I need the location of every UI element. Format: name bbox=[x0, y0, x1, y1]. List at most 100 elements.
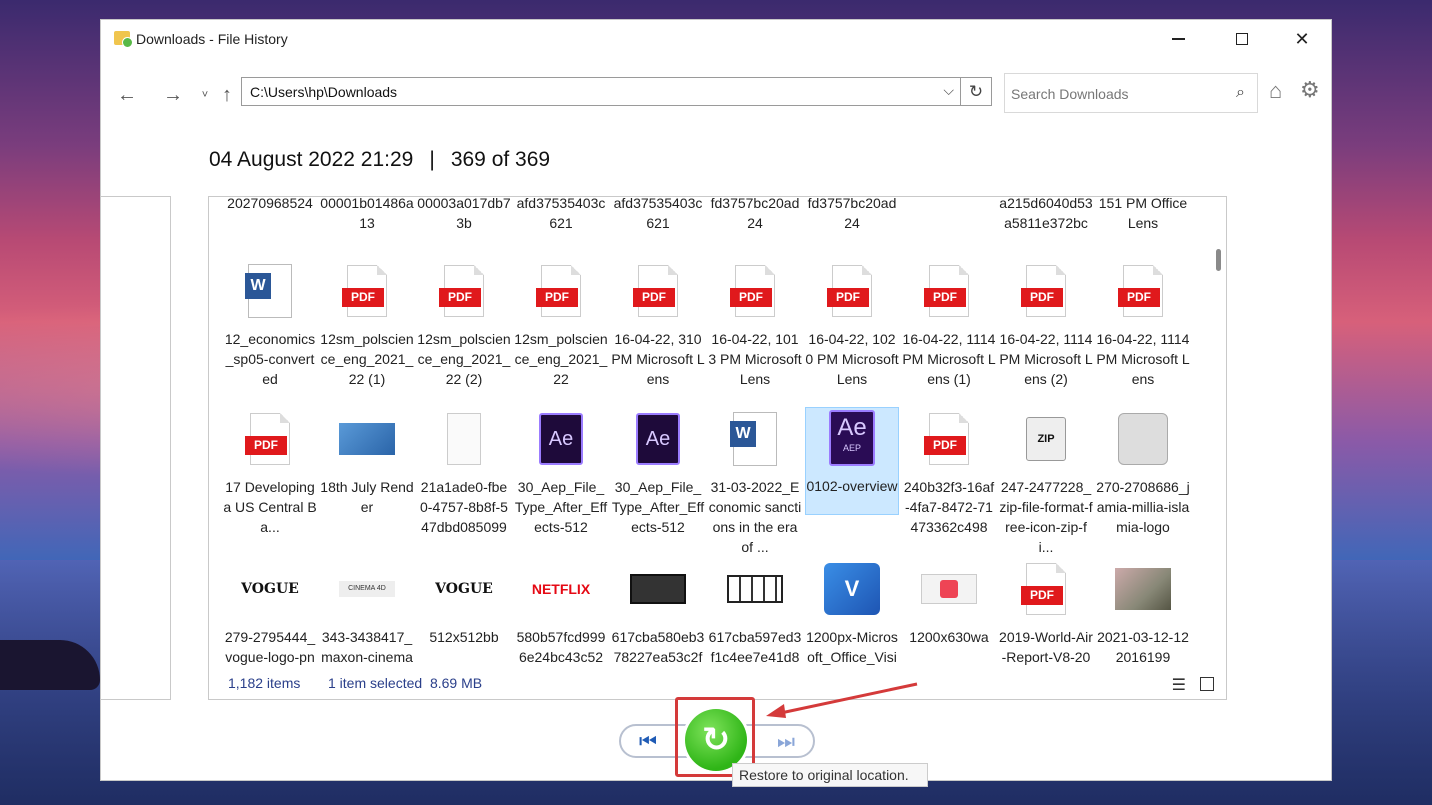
file-item[interactable]: afd37535403c621 bbox=[514, 197, 608, 233]
file-history-app-icon bbox=[114, 31, 133, 48]
large-icons-view-icon[interactable] bbox=[1200, 677, 1214, 691]
pdf-icon: PDF bbox=[536, 265, 581, 317]
file-item[interactable]: VOGUE 512x512bb bbox=[417, 559, 511, 647]
search-placeholder: Search Downloads bbox=[1011, 86, 1129, 102]
netflix-logo: NETFLIX bbox=[531, 581, 591, 597]
file-item[interactable]: VOGUE 279-2795444_vogue-logo-png-pn... bbox=[223, 559, 317, 667]
file-item[interactable]: PDF 16-04-22, 1114 PM Microsoft Lens bbox=[1096, 261, 1190, 389]
file-history-window: Downloads - File History ✕ ← → ˅ ↑ C:\Us… bbox=[100, 19, 1332, 787]
file-item[interactable]: PDF 12sm_polscience_eng_2021_22 (1) bbox=[320, 261, 414, 389]
backup-position: 369 of 369 bbox=[450, 148, 551, 171]
maximize-button[interactable] bbox=[1213, 20, 1271, 58]
aep-icon: Ae AEP bbox=[829, 410, 875, 466]
file-item[interactable]: 20270968524 bbox=[223, 197, 317, 213]
back-button[interactable]: ← bbox=[113, 81, 141, 109]
word-icon: W bbox=[730, 412, 777, 466]
file-item[interactable]: W 12_economics_sp05-converted bbox=[223, 261, 317, 389]
forward-button[interactable]: → bbox=[159, 81, 187, 109]
close-button[interactable]: ✕ bbox=[1273, 20, 1331, 58]
pdf-icon: PDF bbox=[1118, 265, 1163, 317]
details-view-icon[interactable]: ☰ bbox=[1172, 675, 1186, 695]
address-bar[interactable]: C:\Users\hp\Downloads ⌵ bbox=[241, 77, 961, 106]
document-image-icon bbox=[447, 413, 481, 465]
file-item[interactable]: afd37535403c621 bbox=[611, 197, 705, 233]
pdf-icon: PDF bbox=[342, 265, 387, 317]
header-separator: | bbox=[429, 148, 435, 171]
file-item[interactable]: fd3757bc20ad24 bbox=[708, 197, 802, 233]
search-input[interactable]: Search Downloads ⌕ bbox=[1004, 73, 1258, 113]
file-grid: 20270968524 00001b01486a13 00003a017db73… bbox=[223, 197, 1203, 667]
pdf-icon: PDF bbox=[1021, 265, 1066, 317]
file-item[interactable]: Ae 30_Aep_File_Type_After_Effects-512 bbox=[514, 409, 608, 537]
file-item[interactable]: PDF 240b32f3-16af-4fa7-8472-71473362c498 bbox=[902, 409, 996, 537]
maximize-icon bbox=[1236, 33, 1248, 45]
image-icon bbox=[630, 574, 686, 604]
aep-icon: Ae bbox=[539, 413, 583, 465]
pdf-icon: PDF bbox=[924, 413, 969, 465]
file-item[interactable]: 617cba580eb378227ea53c2f_cine... bbox=[611, 559, 705, 667]
minimize-icon bbox=[1171, 38, 1185, 40]
window-title: Downloads - File History bbox=[136, 31, 288, 47]
previous-version-button[interactable]: ⏮ bbox=[639, 731, 657, 754]
file-item[interactable]: ZIP 247-2477228_zip-file-format-free-ico… bbox=[999, 409, 1093, 557]
file-item[interactable]: PDF 12sm_polscience_eng_2021_22 (2) bbox=[417, 261, 511, 389]
file-pane: 20270968524 00001b01486a13 00003a017db73… bbox=[208, 196, 1227, 700]
file-item[interactable]: Ae 30_Aep_File_Type_After_Effects-512 bbox=[611, 409, 705, 537]
file-item[interactable]: 18th July Render bbox=[320, 409, 414, 517]
item-count: 1,182 items bbox=[228, 675, 301, 691]
file-item[interactable]: PDF 16-04-22, 1114 PM Microsoft Lens (1) bbox=[902, 261, 996, 389]
file-item[interactable]: 270-2708686_jamia-millia-islamia-logo bbox=[1096, 409, 1190, 537]
cinema4d-logo: CINEMA 4D bbox=[339, 581, 395, 597]
file-item[interactable]: PDF 2019-World-Air-Report-V8-202003... bbox=[999, 559, 1093, 667]
previous-version-pane[interactable] bbox=[100, 196, 171, 700]
scroll-thumb[interactable] bbox=[1216, 249, 1221, 271]
vertical-scrollbar[interactable] bbox=[1212, 197, 1226, 671]
pdf-icon: PDF bbox=[1021, 563, 1066, 615]
gear-icon[interactable]: ⚙ bbox=[1300, 77, 1320, 103]
file-item[interactable]: V 1200px-Microsoft_Office_Visio_(20... bbox=[805, 559, 899, 667]
seal-icon bbox=[1118, 413, 1168, 465]
title-bar: Downloads - File History ✕ bbox=[101, 20, 1331, 60]
up-button[interactable]: ↑ bbox=[213, 81, 241, 109]
pdf-icon: PDF bbox=[439, 265, 484, 317]
pdf-icon: PDF bbox=[827, 265, 872, 317]
annotation-arrow bbox=[766, 682, 918, 718]
pdf-icon: PDF bbox=[633, 265, 678, 317]
file-item[interactable]: W 31-03-2022_Economic sanctions in the e… bbox=[708, 409, 802, 557]
file-item[interactable]: 1200x630wa bbox=[902, 559, 996, 647]
refresh-button[interactable]: ↻ bbox=[961, 77, 992, 106]
minimize-button[interactable] bbox=[1149, 20, 1207, 58]
aep-icon: Ae bbox=[636, 413, 680, 465]
file-item[interactable]: PDF 17 Developing a US Central Ba... bbox=[223, 409, 317, 537]
pdf-icon: PDF bbox=[730, 265, 775, 317]
file-item[interactable]: PDF 16-04-22, 310 PM Microsoft Lens bbox=[611, 261, 705, 389]
file-item[interactable]: 21a1ade0-fbe0-4757-8b8f-547dbd085099 bbox=[417, 409, 511, 537]
visio-icon: V bbox=[824, 563, 880, 615]
restore-tooltip: Restore to original location. bbox=[732, 763, 928, 787]
word-icon: W bbox=[245, 264, 292, 318]
search-icon[interactable]: ⌕ bbox=[1236, 84, 1245, 102]
file-item[interactable]: 617cba597ed3f1c4ee7e41d8_cine... bbox=[708, 559, 802, 667]
backup-header: 04 August 2022 21:29 | 369 of 369 bbox=[209, 148, 550, 172]
chevron-down-icon[interactable]: ⌵ bbox=[943, 82, 954, 99]
file-item[interactable]: PDF 12sm_polscience_eng_2021_22 bbox=[514, 261, 608, 389]
vogue-logo: VOGUE bbox=[435, 581, 493, 597]
file-item[interactable]: a215d6040d53a5811e372bc bbox=[999, 197, 1093, 233]
pdf-icon: PDF bbox=[924, 265, 969, 317]
home-icon[interactable]: ⌂ bbox=[1269, 78, 1282, 104]
file-item[interactable]: fd3757bc20ad24 bbox=[805, 197, 899, 233]
file-item[interactable]: 151 PM Office Lens bbox=[1096, 197, 1190, 233]
recent-locations-button[interactable]: ˅ bbox=[199, 81, 211, 109]
file-item[interactable]: PDF 16-04-22, 1020 PM Microsoft Lens bbox=[805, 261, 899, 389]
file-item-selected[interactable]: Ae AEP 0102-overview bbox=[805, 407, 899, 515]
next-version-button[interactable]: ⏭ bbox=[777, 731, 795, 754]
file-item[interactable]: CINEMA 4D 343-3438417_maxon-cinema-4d-ci… bbox=[320, 559, 414, 667]
file-item[interactable]: PDF 16-04-22, 1114 PM Microsoft Lens (2) bbox=[999, 261, 1093, 389]
file-item[interactable]: PDF 16-04-22, 1013 PM Microsoft Lens bbox=[708, 261, 802, 389]
file-item[interactable]: 00003a017db73b bbox=[417, 197, 511, 233]
file-item[interactable]: NETFLIX 580b57fcd9996e24bc43c529... bbox=[514, 559, 608, 667]
file-item[interactable]: 2021-03-12-122016199 bbox=[1096, 559, 1190, 667]
refresh-icon: ↻ bbox=[968, 81, 984, 101]
vogue-logo: VOGUE bbox=[241, 581, 299, 597]
file-item[interactable]: 00001b01486a13 bbox=[320, 197, 414, 233]
